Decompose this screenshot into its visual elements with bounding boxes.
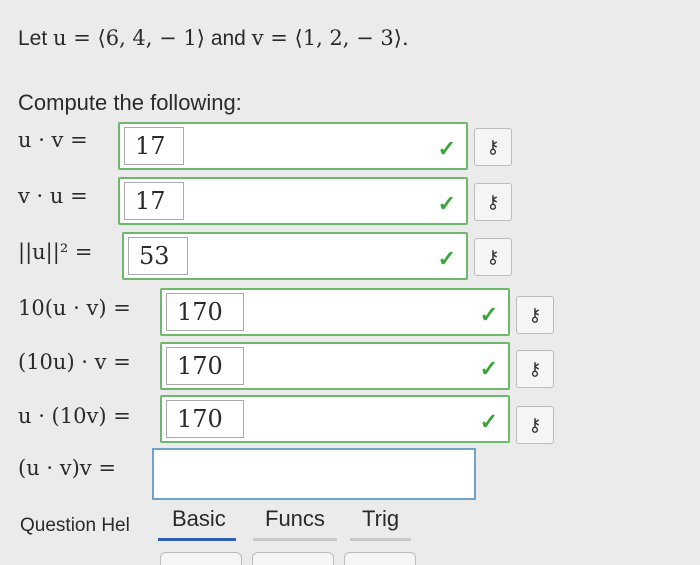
key-icon[interactable]: ⚷: [474, 183, 512, 221]
tab-funcs[interactable]: Funcs: [253, 506, 337, 541]
answer-field-dot-vu[interactable]: 17 ✓: [118, 177, 468, 225]
v-definition: v = ⟨1, 2, − 3⟩.: [251, 26, 409, 50]
answer-value: 170: [166, 293, 244, 331]
row-label-dot-uv: u · v =: [18, 128, 88, 152]
check-icon: ✓: [437, 136, 456, 161]
row-label-dot-vu: v · u =: [18, 184, 88, 208]
key-icon[interactable]: ⚷: [474, 128, 512, 166]
key-icon[interactable]: ⚷: [516, 406, 554, 444]
tab-basic[interactable]: Basic: [158, 506, 236, 541]
answer-field-dot-uv[interactable]: 17 ✓: [118, 122, 468, 170]
row-label-10u-dot-v: (10u) · v =: [18, 350, 131, 374]
keypad-button[interactable]: [344, 552, 416, 565]
answer-value: 170: [166, 347, 244, 385]
u-definition: u = ⟨6, 4, − 1⟩: [53, 26, 205, 50]
answer-value: 170: [166, 400, 244, 438]
keypad-button[interactable]: [252, 552, 334, 565]
tab-basic-underline: [158, 538, 236, 541]
answer-field-dot-uv-times-v[interactable]: [152, 448, 476, 500]
answer-field-norm-u-squared[interactable]: 53 ✓: [122, 232, 468, 280]
check-icon: ✓: [479, 409, 498, 434]
check-icon: ✓: [437, 191, 456, 216]
check-icon: ✓: [437, 246, 456, 271]
question-help-label: Question Hel: [20, 515, 130, 536]
key-icon[interactable]: ⚷: [474, 238, 512, 276]
question-and: and: [210, 27, 246, 50]
answer-value: 53: [128, 237, 188, 275]
check-icon: ✓: [479, 356, 498, 381]
row-label-dot-uv-times-v: (u · v)v =: [18, 456, 116, 480]
tab-funcs-label: Funcs: [265, 506, 325, 531]
question-statement: Let u = ⟨6, 4, − 1⟩ and v = ⟨1, 2, − 3⟩.: [18, 26, 409, 51]
answer-field-u-dot-10v[interactable]: 170 ✓: [160, 395, 510, 443]
answer-field-10-dot-uv[interactable]: 170 ✓: [160, 288, 510, 336]
question-prefix: Let: [18, 27, 48, 50]
tab-trig-underline: [350, 538, 412, 541]
keypad-button[interactable]: [160, 552, 242, 565]
key-icon[interactable]: ⚷: [516, 350, 554, 388]
answer-field-10u-dot-v[interactable]: 170 ✓: [160, 342, 510, 390]
answer-value: 17: [124, 182, 184, 220]
tab-basic-label: Basic: [172, 506, 226, 531]
tab-trig[interactable]: Trig: [350, 506, 412, 541]
tab-trig-label: Trig: [362, 506, 400, 531]
row-label-norm-u-squared: ||u||² =: [18, 240, 93, 264]
key-icon[interactable]: ⚷: [516, 296, 554, 334]
tab-funcs-underline: [253, 538, 337, 541]
check-icon: ✓: [479, 302, 498, 327]
row-label-u-dot-10v: u · (10v) =: [18, 404, 131, 428]
instructions-heading: Compute the following:: [18, 90, 242, 115]
row-label-10-dot-uv: 10(u · v) =: [18, 296, 131, 320]
answer-value: 17: [124, 127, 184, 165]
